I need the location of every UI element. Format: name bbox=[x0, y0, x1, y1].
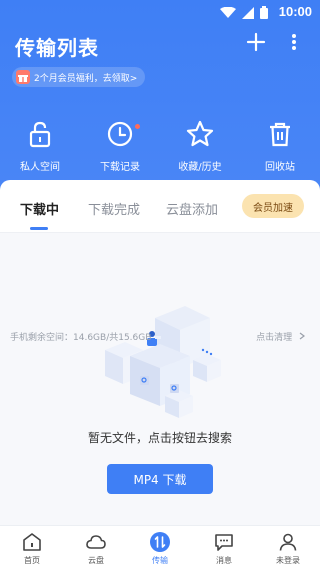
tab-cloud-add[interactable]: 云盘添加 bbox=[166, 199, 218, 218]
quick-label: 回收站 bbox=[265, 162, 295, 173]
quick-recycle-bin[interactable]: 回收站 bbox=[240, 118, 320, 178]
signal-icon bbox=[242, 6, 254, 19]
nav-transfer[interactable]: 传输 bbox=[128, 526, 192, 569]
bottom-nav: 首页 云盘 传输 消息 未登录 bbox=[0, 525, 320, 569]
promo-banner[interactable]: 2个月会员福利，去领取> bbox=[12, 67, 146, 87]
tab-active-indicator bbox=[30, 227, 48, 230]
transfer-card: 下载中 下载完成 云盘添加 会员加速 暂无文件，点击按钮去搜索 MP4 下载 bbox=[0, 180, 320, 525]
status-bar: 10:00 bbox=[0, 0, 320, 24]
quick-private-space[interactable]: 私人空间 bbox=[0, 118, 80, 178]
star-icon bbox=[186, 120, 214, 147]
message-icon bbox=[215, 534, 233, 551]
nav-profile[interactable]: 未登录 bbox=[256, 526, 320, 569]
gift-icon bbox=[16, 70, 30, 84]
unlock-icon bbox=[29, 121, 51, 148]
status-time: 10:00 bbox=[278, 4, 312, 19]
header: 10:00 传输列表 2个月会员福利，去领取> 私人空间 下载记录 收藏/历史 … bbox=[0, 0, 320, 200]
empty-state: 暂无文件，点击按钮去搜索 MP4 下载 bbox=[0, 233, 320, 525]
nav-cloud[interactable]: 云盘 bbox=[64, 526, 128, 569]
promo-text: 2个月会员福利，去领取> bbox=[34, 73, 138, 84]
empty-message: 暂无文件，点击按钮去搜索 bbox=[87, 431, 232, 445]
trash-icon bbox=[270, 122, 290, 147]
quick-download-history[interactable]: 下载记录 bbox=[80, 118, 160, 178]
clean-label: 点击清理 bbox=[256, 333, 293, 343]
status-icons bbox=[220, 6, 268, 19]
nav-label: 未登录 bbox=[276, 556, 300, 565]
nav-label: 云盘 bbox=[88, 556, 104, 565]
clean-link[interactable]: 点击清理 bbox=[256, 330, 306, 343]
notification-dot bbox=[135, 124, 140, 129]
chevron-right-icon bbox=[299, 332, 305, 340]
tab-bar: 下载中 下载完成 云盘添加 会员加速 bbox=[0, 180, 320, 232]
page-title: 传输列表 bbox=[15, 36, 99, 60]
nav-home[interactable]: 首页 bbox=[0, 526, 64, 569]
clock-icon bbox=[107, 121, 133, 147]
storage-info: 手机剩余空间：14.6GB/共15.6GB bbox=[10, 333, 152, 343]
quick-label: 下载记录 bbox=[100, 162, 140, 173]
vip-accelerate-button[interactable]: 会员加速 bbox=[242, 194, 304, 218]
quick-label: 私人空间 bbox=[20, 162, 60, 173]
tab-downloading[interactable]: 下载中 bbox=[20, 199, 59, 218]
transfer-icon bbox=[150, 532, 170, 552]
plus-icon[interactable] bbox=[244, 30, 268, 54]
user-icon bbox=[279, 533, 297, 551]
cloud-icon bbox=[86, 535, 106, 549]
mp4-download-button[interactable]: MP4 下载 bbox=[107, 464, 213, 494]
nav-label: 消息 bbox=[216, 556, 232, 565]
home-icon bbox=[23, 533, 41, 551]
quick-favorites-history[interactable]: 收藏/历史 bbox=[160, 118, 240, 178]
empty-boxes-illustration bbox=[105, 306, 221, 418]
more-vertical-icon[interactable] bbox=[284, 30, 304, 54]
quick-actions: 私人空间 下载记录 收藏/历史 回收站 bbox=[0, 118, 320, 178]
nav-label: 首页 bbox=[24, 556, 40, 565]
tab-download-complete[interactable]: 下载完成 bbox=[88, 199, 140, 218]
nav-messages[interactable]: 消息 bbox=[192, 526, 256, 569]
battery-icon bbox=[260, 6, 268, 19]
wifi-icon bbox=[220, 6, 236, 18]
quick-label: 收藏/历史 bbox=[178, 162, 222, 173]
nav-label: 传输 bbox=[152, 556, 168, 565]
